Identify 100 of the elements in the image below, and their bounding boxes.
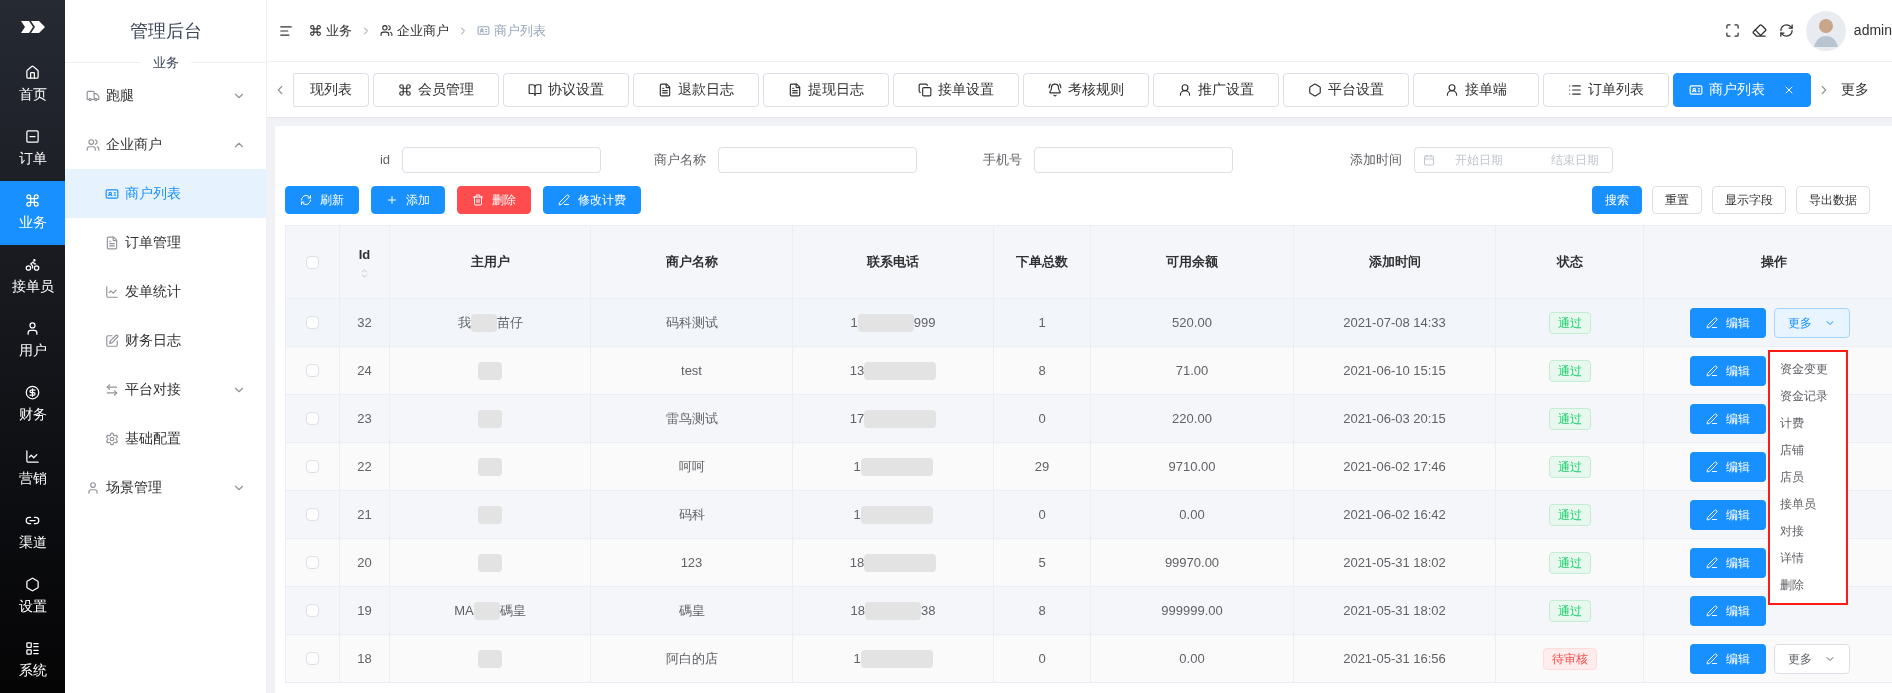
- filter-field[interactable]: [1034, 147, 1233, 173]
- breadcrumb-item[interactable]: 业务: [309, 20, 352, 41]
- column-header: 下单总数: [1016, 253, 1068, 272]
- refresh-icon[interactable]: [1778, 23, 1794, 38]
- tab[interactable]: 接单设置: [893, 72, 1019, 107]
- tab[interactable]: 接单端: [1413, 72, 1539, 107]
- rail-item[interactable]: 设置: [0, 565, 65, 629]
- rail-item[interactable]: 用户: [0, 309, 65, 373]
- rail-item[interactable]: 接单员: [0, 245, 65, 309]
- hexagon-icon: [25, 577, 40, 592]
- dropdown-item[interactable]: 删除: [1770, 571, 1846, 599]
- tab[interactable]: 协议设置: [503, 72, 629, 107]
- layout-icon: [25, 641, 40, 656]
- filter-field[interactable]: [718, 147, 917, 173]
- dropdown-item[interactable]: 资金记录: [1770, 382, 1846, 410]
- select-all-checkbox[interactable]: [306, 255, 319, 269]
- tab[interactable]: 考核规则: [1023, 72, 1149, 107]
- toolbar-button[interactable]: 显示字段: [1712, 186, 1786, 214]
- phone-text: 17: [849, 409, 865, 428]
- tab[interactable]: 订单列表: [1543, 72, 1669, 107]
- tab[interactable]: 平台设置: [1283, 72, 1409, 107]
- rail-item[interactable]: 财务: [0, 373, 65, 437]
- document-icon: [788, 82, 802, 97]
- row-checkbox[interactable]: [306, 652, 319, 665]
- rail-item[interactable]: 营销: [0, 437, 65, 501]
- tab[interactable]: 推广设置: [1153, 72, 1279, 107]
- fullscreen-icon[interactable]: [1724, 23, 1740, 38]
- filter-field[interactable]: [402, 147, 601, 173]
- phone-text: 1: [853, 505, 861, 524]
- truck-icon: [86, 88, 100, 103]
- filter-label: 商户名称: [654, 151, 706, 170]
- dropdown-item[interactable]: 详情: [1770, 544, 1846, 572]
- balance-cell: 0.00: [1091, 491, 1294, 538]
- rail-item[interactable]: 订单: [0, 117, 65, 181]
- breadcrumb-item[interactable]: 企业商户: [380, 20, 449, 41]
- dropdown-item[interactable]: 店员: [1770, 463, 1846, 491]
- pen-icon: [1706, 364, 1718, 377]
- balance-cell: 99970.00: [1091, 539, 1294, 586]
- status-tag: 通过: [1548, 455, 1591, 478]
- tab[interactable]: 现列表: [293, 72, 369, 107]
- date-cell: 2021-05-31 18:02: [1294, 587, 1496, 634]
- row-checkbox[interactable]: [306, 556, 319, 569]
- row-checkbox[interactable]: [306, 412, 319, 425]
- row-checkbox[interactable]: [306, 460, 319, 473]
- balance-cell: 999999.00: [1091, 587, 1294, 634]
- command-icon: [309, 24, 322, 37]
- bell-icon: [1048, 82, 1062, 97]
- menu-group[interactable]: 场景管理: [65, 463, 266, 512]
- column-header[interactable]: Id: [358, 244, 371, 265]
- toolbar-button[interactable]: 重置: [1652, 186, 1702, 214]
- dropdown-item[interactable]: 计费: [1770, 409, 1846, 437]
- id-card-icon: [1689, 82, 1703, 97]
- order-count-cell: 1: [994, 299, 1091, 346]
- menu-group[interactable]: 企业商户: [65, 120, 266, 169]
- tab[interactable]: 提现日志: [763, 72, 889, 107]
- avatar[interactable]: [1805, 10, 1846, 51]
- dropdown-item[interactable]: 店铺: [1770, 436, 1846, 464]
- status-tag: 通过: [1548, 503, 1591, 526]
- list-icon: [1568, 82, 1582, 97]
- plus-icon: [386, 194, 398, 206]
- user-name[interactable]: admin: [1853, 20, 1892, 41]
- tab[interactable]: 退款日志: [633, 72, 759, 107]
- column-header: 添加时间: [1368, 253, 1421, 272]
- swap-icon: [105, 382, 119, 397]
- submenu-item[interactable]: 基础配置: [65, 414, 266, 463]
- book-icon: [528, 82, 542, 97]
- more-tabs[interactable]: 更多: [1841, 79, 1869, 100]
- users-icon: [86, 137, 100, 152]
- submenu-item[interactable]: 平台对接: [65, 365, 266, 414]
- submenu-item[interactable]: 发单统计: [65, 267, 266, 316]
- dropdown-item[interactable]: 资金变更: [1770, 355, 1846, 383]
- menu-toggle-icon[interactable]: [279, 23, 293, 38]
- dropdown-item[interactable]: 接单员: [1770, 490, 1846, 518]
- row-checkbox[interactable]: [306, 508, 319, 521]
- pen-icon: [1706, 460, 1718, 473]
- row-checkbox[interactable]: [306, 604, 319, 617]
- rail-item[interactable]: 系统: [0, 629, 65, 693]
- merchant-name-cell: 码科测试: [591, 299, 793, 346]
- refresh-icon: [300, 194, 312, 206]
- status-tag: 通过: [1548, 407, 1591, 430]
- row-checkbox[interactable]: [306, 316, 319, 329]
- eraser-icon[interactable]: [1751, 23, 1767, 38]
- trash-icon: [472, 194, 484, 206]
- dropdown-item[interactable]: 对接: [1770, 517, 1846, 545]
- row-checkbox[interactable]: [306, 364, 319, 377]
- submenu-item[interactable]: 订单管理: [65, 218, 266, 267]
- id-cell: 24: [340, 347, 390, 394]
- tab[interactable]: 会员管理: [373, 72, 499, 107]
- filter-label: 手机号: [983, 151, 1022, 170]
- submenu-item[interactable]: 财务日志: [65, 316, 266, 365]
- more-button[interactable]: 更多: [1774, 643, 1850, 674]
- toolbar-button[interactable]: 导出数据: [1796, 186, 1870, 214]
- sort-icon[interactable]: [359, 268, 370, 280]
- rail-item[interactable]: 渠道: [0, 501, 65, 565]
- menu-group[interactable]: 跑腿: [65, 71, 266, 120]
- id-cell: 18: [340, 635, 390, 682]
- square-icon: [25, 129, 40, 144]
- date-cell: 2021-07-08 14:33: [1294, 299, 1496, 346]
- column-header: 操作: [1760, 253, 1787, 272]
- rail-item[interactable]: 首页: [0, 53, 65, 117]
